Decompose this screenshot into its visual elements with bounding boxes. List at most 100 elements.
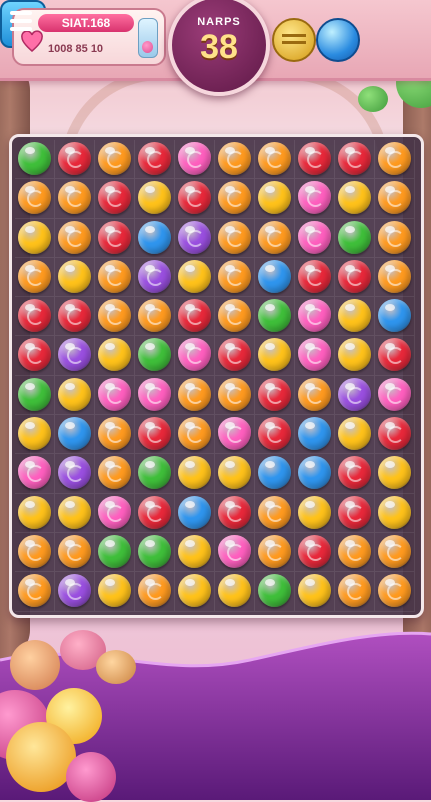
red-candy[interactable]: [138, 142, 171, 175]
pink-candy[interactable]: [218, 534, 251, 568]
orange-candy[interactable]: [378, 142, 411, 175]
purple-candy[interactable]: [178, 220, 211, 254]
red-candy[interactable]: [58, 142, 91, 175]
orange-candy[interactable]: [378, 259, 411, 293]
yellow-candy[interactable]: [178, 456, 211, 490]
red-candy[interactable]: [258, 417, 291, 451]
pink-candy[interactable]: [98, 377, 131, 411]
orange-candy[interactable]: [218, 259, 251, 293]
orange-candy[interactable]: [18, 259, 51, 293]
pink-candy[interactable]: [298, 181, 331, 215]
orange-candy[interactable]: [298, 377, 331, 411]
orange-candy[interactable]: [178, 417, 211, 451]
blue-candy[interactable]: [258, 259, 291, 293]
pink-candy[interactable]: [298, 338, 331, 372]
yellow-candy[interactable]: [18, 220, 51, 254]
purple-candy[interactable]: [58, 338, 91, 372]
red-candy[interactable]: [338, 259, 371, 293]
blue-orb-booster-button[interactable]: [316, 18, 360, 62]
orange-candy[interactable]: [98, 259, 131, 293]
pink-candy[interactable]: [218, 417, 251, 451]
red-candy[interactable]: [218, 495, 251, 529]
orange-candy[interactable]: [258, 495, 291, 529]
red-candy[interactable]: [138, 417, 171, 451]
red-candy[interactable]: [218, 338, 251, 372]
orange-candy[interactable]: [258, 142, 291, 175]
yellow-candy[interactable]: [98, 338, 131, 372]
yellow-candy[interactable]: [58, 377, 91, 411]
red-candy[interactable]: [98, 181, 131, 215]
yellow-candy[interactable]: [138, 181, 171, 215]
green-candy[interactable]: [338, 220, 371, 254]
orange-candy[interactable]: [218, 181, 251, 215]
orange-candy[interactable]: [338, 574, 371, 608]
orange-candy[interactable]: [378, 534, 411, 568]
red-candy[interactable]: [298, 142, 331, 175]
red-candy[interactable]: [178, 181, 211, 215]
pink-candy[interactable]: [98, 495, 131, 529]
red-candy[interactable]: [298, 259, 331, 293]
yellow-candy[interactable]: [178, 534, 211, 568]
orange-candy[interactable]: [338, 534, 371, 568]
orange-candy[interactable]: [98, 417, 131, 451]
red-candy[interactable]: [138, 495, 171, 529]
red-candy[interactable]: [258, 377, 291, 411]
red-candy[interactable]: [378, 417, 411, 451]
orange-candy[interactable]: [18, 181, 51, 215]
yellow-candy[interactable]: [98, 574, 131, 608]
yellow-candy[interactable]: [18, 417, 51, 451]
red-candy[interactable]: [338, 495, 371, 529]
yellow-candy[interactable]: [338, 338, 371, 372]
pink-candy[interactable]: [378, 377, 411, 411]
green-candy[interactable]: [98, 534, 131, 568]
orange-candy[interactable]: [58, 534, 91, 568]
orange-candy[interactable]: [98, 142, 131, 175]
blue-candy[interactable]: [298, 456, 331, 490]
honey-pot-booster-button[interactable]: [272, 18, 316, 62]
orange-candy[interactable]: [58, 181, 91, 215]
yellow-candy[interactable]: [298, 495, 331, 529]
purple-candy[interactable]: [58, 456, 91, 490]
orange-candy[interactable]: [218, 220, 251, 254]
yellow-candy[interactable]: [58, 259, 91, 293]
red-candy[interactable]: [378, 338, 411, 372]
green-candy[interactable]: [18, 377, 51, 411]
red-candy[interactable]: [18, 338, 51, 372]
pink-candy[interactable]: [18, 456, 51, 490]
orange-candy[interactable]: [138, 299, 171, 333]
pink-candy[interactable]: [178, 338, 211, 372]
red-candy[interactable]: [178, 299, 211, 333]
yellow-candy[interactable]: [338, 417, 371, 451]
orange-candy[interactable]: [258, 220, 291, 254]
orange-candy[interactable]: [178, 377, 211, 411]
yellow-candy[interactable]: [258, 338, 291, 372]
blue-candy[interactable]: [58, 417, 91, 451]
pink-candy[interactable]: [298, 299, 331, 333]
yellow-candy[interactable]: [378, 495, 411, 529]
red-candy[interactable]: [18, 299, 51, 333]
yellow-candy[interactable]: [178, 574, 211, 608]
red-candy[interactable]: [338, 142, 371, 175]
orange-candy[interactable]: [18, 574, 51, 608]
yellow-candy[interactable]: [298, 574, 331, 608]
green-candy[interactable]: [258, 299, 291, 333]
orange-candy[interactable]: [378, 181, 411, 215]
yellow-candy[interactable]: [18, 495, 51, 529]
yellow-candy[interactable]: [378, 456, 411, 490]
orange-candy[interactable]: [218, 299, 251, 333]
orange-candy[interactable]: [378, 220, 411, 254]
blue-candy[interactable]: [378, 299, 411, 333]
orange-candy[interactable]: [218, 142, 251, 175]
purple-candy[interactable]: [138, 259, 171, 293]
purple-candy[interactable]: [338, 377, 371, 411]
yellow-candy[interactable]: [218, 574, 251, 608]
red-candy[interactable]: [338, 456, 371, 490]
green-candy[interactable]: [138, 456, 171, 490]
yellow-candy[interactable]: [338, 299, 371, 333]
orange-candy[interactable]: [98, 299, 131, 333]
yellow-candy[interactable]: [58, 495, 91, 529]
orange-candy[interactable]: [138, 574, 171, 608]
orange-candy[interactable]: [18, 534, 51, 568]
pink-candy[interactable]: [138, 377, 171, 411]
blue-candy[interactable]: [258, 456, 291, 490]
